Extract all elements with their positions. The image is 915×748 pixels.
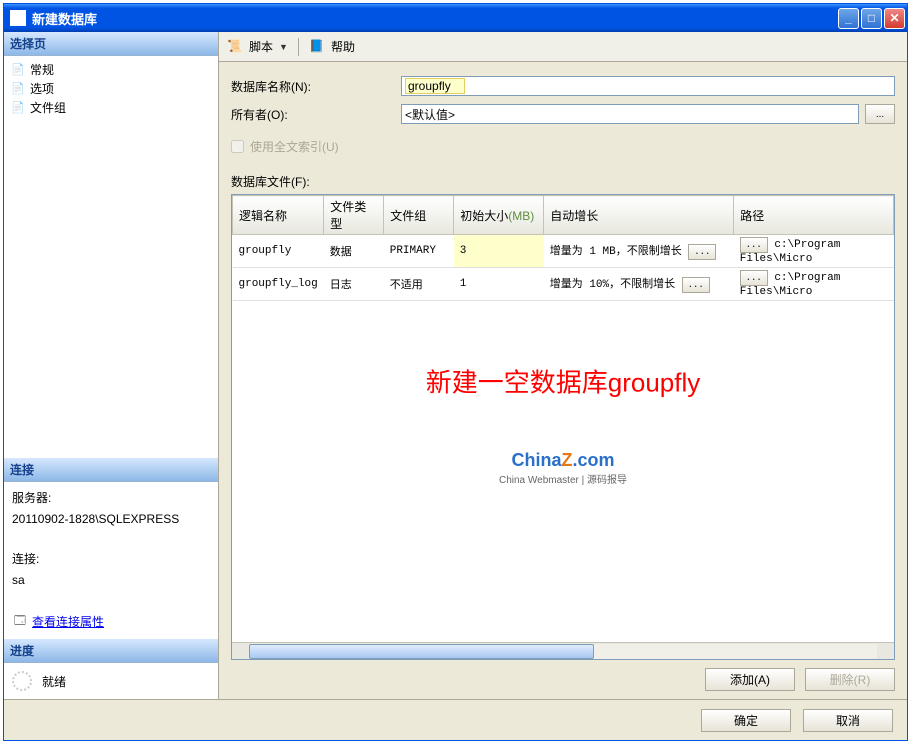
- progress-status-row: 就绪: [4, 663, 218, 699]
- cell-logical-name[interactable]: groupfly_log: [233, 268, 324, 301]
- db-name-row: 数据库名称(N): groupfly: [231, 76, 895, 96]
- cell-logical-name[interactable]: groupfly: [233, 235, 324, 268]
- connection-header: 连接: [4, 458, 218, 482]
- tree-label: 选项: [30, 80, 54, 97]
- view-props-link[interactable]: 查看连接属性: [32, 612, 104, 632]
- owner-input[interactable]: [401, 104, 859, 124]
- cell-autogrow[interactable]: 增量为 10%，不限制增长 ...: [544, 268, 734, 301]
- titlebar: 新建数据库 _ □ ✕: [4, 4, 907, 32]
- select-page-header: 选择页: [4, 32, 218, 56]
- dropdown-arrow-icon[interactable]: ▼: [279, 42, 288, 52]
- server-value: 20110902-1828\SQLEXPRESS: [12, 509, 210, 529]
- toolbar: 📜 脚本 ▼ 📘 帮助: [219, 32, 907, 62]
- cell-autogrow[interactable]: 增量为 1 MB，不限制增长 ...: [544, 235, 734, 268]
- tree-item-filegroups[interactable]: 📄 文件组: [10, 98, 212, 117]
- owner-browse-button[interactable]: ...: [865, 104, 895, 124]
- dialog-window: 新建数据库 _ □ ✕ 选择页 📄 常规 📄 选项 📄 文件组: [3, 3, 908, 741]
- progress-status-text: 就绪: [42, 673, 66, 690]
- separator: [298, 38, 299, 56]
- grid-table: 逻辑名称 文件类型 文件组 初始大小(MB) 自动增长 路径 groupfly: [232, 195, 894, 301]
- add-button[interactable]: 添加(A): [705, 668, 795, 691]
- table-row[interactable]: groupfly 数据 PRIMARY 3 增量为 1 MB，不限制增长 ...…: [233, 235, 894, 268]
- col-file-type[interactable]: 文件类型: [324, 196, 384, 235]
- page-icon: 📄: [10, 81, 26, 97]
- files-grid: 逻辑名称 文件类型 文件组 初始大小(MB) 自动增长 路径 groupfly: [231, 194, 895, 660]
- connection-info: 服务器: 20110902-1828\SQLEXPRESS 连接: sa 🗔 查…: [4, 482, 218, 639]
- window-controls: _ □ ✕: [838, 8, 905, 29]
- cell-path[interactable]: ... c:\Program Files\Micro: [734, 268, 894, 301]
- window-title: 新建数据库: [32, 9, 838, 28]
- fulltext-label: 使用全文索引(U): [250, 138, 339, 155]
- scrollbar-track[interactable]: [249, 644, 877, 659]
- minimize-button[interactable]: _: [838, 8, 859, 29]
- scrollbar-thumb[interactable]: [249, 644, 594, 659]
- script-button[interactable]: 脚本: [249, 38, 273, 55]
- db-name-input[interactable]: groupfly: [401, 76, 895, 96]
- files-label: 数据库文件(F):: [231, 173, 895, 190]
- remove-button: 删除(R): [805, 668, 895, 691]
- col-logical-name[interactable]: 逻辑名称: [233, 196, 324, 235]
- cell-init-size[interactable]: 3: [454, 235, 544, 268]
- progress-header: 进度: [4, 639, 218, 663]
- server-label: 服务器:: [12, 488, 210, 508]
- fulltext-checkbox: [231, 140, 244, 153]
- autogrow-browse-button[interactable]: ...: [682, 277, 710, 293]
- db-name-label: 数据库名称(N):: [231, 78, 401, 95]
- owner-row: 所有者(O): ...: [231, 104, 895, 124]
- right-panel: 📜 脚本 ▼ 📘 帮助 数据库名称(N): groupfly 所有者(O): .: [219, 32, 907, 699]
- content-area: 数据库名称(N): groupfly 所有者(O): ... 使用全文索引(U)…: [219, 62, 907, 699]
- page-icon: 📄: [10, 62, 26, 78]
- app-icon: [10, 10, 26, 26]
- help-icon: 📘: [309, 39, 325, 55]
- page-tree: 📄 常规 📄 选项 📄 文件组: [4, 56, 218, 121]
- col-init-size[interactable]: 初始大小(MB): [454, 196, 544, 235]
- cell-init-size[interactable]: 1: [454, 268, 544, 301]
- view-connection-props[interactable]: 🗔 查看连接属性: [12, 611, 210, 633]
- dialog-body: 选择页 📄 常规 📄 选项 📄 文件组 连接 服务器: 201: [4, 32, 907, 700]
- db-name-value: groupfly: [405, 78, 465, 94]
- fulltext-row: 使用全文索引(U): [231, 138, 895, 155]
- close-button[interactable]: ✕: [884, 8, 905, 29]
- cell-file-type[interactable]: 日志: [324, 268, 384, 301]
- conn-label: 连接:: [12, 549, 210, 569]
- horizontal-scrollbar[interactable]: [232, 642, 894, 659]
- tree-item-options[interactable]: 📄 选项: [10, 79, 212, 98]
- dialog-footer: 确定 取消: [4, 700, 907, 740]
- cancel-button[interactable]: 取消: [803, 709, 893, 732]
- autogrow-browse-button[interactable]: ...: [688, 244, 716, 260]
- tree-label: 常规: [30, 61, 54, 78]
- script-icon: 📜: [227, 39, 243, 55]
- cell-filegroup[interactable]: PRIMARY: [384, 235, 454, 268]
- maximize-button[interactable]: □: [861, 8, 882, 29]
- path-browse-button[interactable]: ...: [740, 237, 768, 253]
- cell-path[interactable]: ... c:\Program Files\Micro: [734, 235, 894, 268]
- tree-label: 文件组: [30, 99, 66, 116]
- help-button[interactable]: 帮助: [331, 38, 355, 55]
- progress-spinner-icon: [12, 671, 32, 691]
- grid-buttons: 添加(A) 删除(R): [231, 660, 895, 691]
- col-filegroup[interactable]: 文件组: [384, 196, 454, 235]
- owner-label: 所有者(O):: [231, 106, 401, 123]
- ok-button[interactable]: 确定: [701, 709, 791, 732]
- page-icon: 📄: [10, 100, 26, 116]
- properties-icon: 🗔: [12, 614, 28, 630]
- path-browse-button[interactable]: ...: [740, 270, 768, 286]
- tree-item-general[interactable]: 📄 常规: [10, 60, 212, 79]
- col-path[interactable]: 路径: [734, 196, 894, 235]
- cell-file-type[interactable]: 数据: [324, 235, 384, 268]
- left-panel: 选择页 📄 常规 📄 选项 📄 文件组 连接 服务器: 201: [4, 32, 219, 699]
- table-row[interactable]: groupfly_log 日志 不适用 1 增量为 10%，不限制增长 ... …: [233, 268, 894, 301]
- conn-value: sa: [12, 570, 210, 590]
- cell-filegroup[interactable]: 不适用: [384, 268, 454, 301]
- col-autogrow[interactable]: 自动增长: [544, 196, 734, 235]
